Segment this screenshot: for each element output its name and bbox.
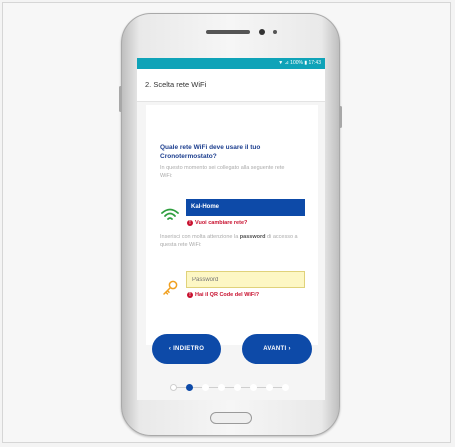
step-dot: [234, 384, 241, 391]
page-title: 2. Scelta rete WiFi: [145, 80, 207, 89]
wifi-network-field[interactable]: Kal-Home: [186, 199, 305, 216]
volume-button: [119, 86, 122, 112]
alert-icon: !: [187, 291, 193, 298]
password-input[interactable]: [186, 271, 305, 288]
wifi-hint: In questo momento sei collegato alla seg…: [160, 165, 285, 179]
home-button[interactable]: [210, 412, 252, 424]
password-instruction: Inserisci con molta attenzione la passwo…: [160, 233, 310, 249]
front-camera: [259, 29, 265, 35]
change-network-link[interactable]: ! Vuoi cambiare rete?: [187, 219, 247, 227]
alert-icon: !: [187, 219, 193, 226]
password-instruction-prefix: Inserisci con molta attenzione la: [160, 234, 239, 240]
key-icon: [163, 280, 178, 295]
wifi-icon: [161, 208, 179, 220]
step-dot-current: [186, 384, 193, 391]
proximity-sensor: [273, 30, 277, 34]
earpiece-speaker: [206, 30, 250, 34]
phone-screen: ▼ ⊿ 100% ▮ 17:43 2. Scelta rete WiFi Qua…: [137, 58, 325, 400]
step-dot: [250, 384, 257, 391]
wifi-question: Quale rete WiFi deve usare il tuo Cronot…: [160, 144, 261, 160]
change-network-label: Vuoi cambiare rete?: [195, 220, 248, 226]
status-bar: ▼ ⊿ 100% ▮ 17:43: [137, 58, 325, 69]
setup-card: Quale rete WiFi deve usare il tuo Cronot…: [146, 105, 318, 345]
smartphone: ▼ ⊿ 100% ▮ 17:43 2. Scelta rete WiFi Qua…: [119, 13, 342, 436]
app-bar: 2. Scelta rete WiFi: [137, 69, 325, 102]
next-button[interactable]: AVANTI ›: [242, 334, 312, 364]
step-dot: [202, 384, 209, 391]
step-progress-indicator: [170, 383, 290, 393]
step-dot: [266, 384, 273, 391]
step-dot: [170, 384, 177, 391]
step-dot: [218, 384, 225, 391]
step-dot: [282, 384, 289, 391]
power-button: [339, 106, 342, 128]
qr-code-link[interactable]: ! Hai il QR Code del WiFi?: [187, 291, 259, 299]
qr-code-label: Hai il QR Code del WiFi?: [195, 292, 260, 298]
password-instruction-bold: password: [239, 234, 266, 240]
back-button[interactable]: ‹ INDIETRO: [152, 334, 221, 364]
